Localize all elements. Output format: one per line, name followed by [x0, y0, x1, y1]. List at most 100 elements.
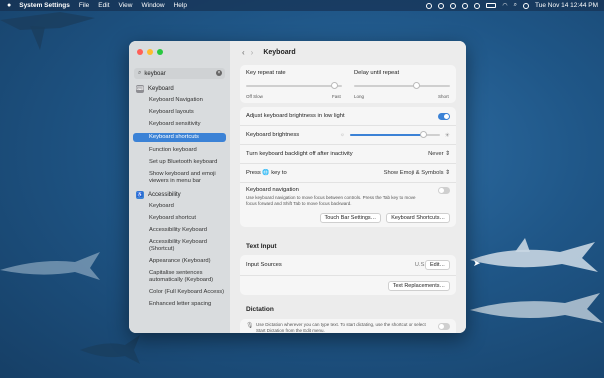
dictation-toggle[interactable] [438, 323, 450, 330]
menu-view[interactable]: View [119, 2, 133, 9]
sidebar-item-appearance-keyboard[interactable]: Appearance (Keyboard) [129, 258, 230, 265]
wifi-icon[interactable]: ◠ [502, 2, 507, 9]
back-button[interactable]: ‹ [242, 48, 245, 57]
keyboard-icon: ⌨ [136, 84, 144, 93]
menu-help[interactable]: Help [174, 2, 187, 9]
sidebar-group-accessibility[interactable]: ♿ Accessibility [129, 190, 230, 199]
sidebar-item-color-fka[interactable]: Color (Full Keyboard Access) [129, 289, 230, 296]
keyboard-buttons: Touch Bar Settings… Keyboard Shortcuts… [319, 213, 450, 223]
accessibility-icon: ♿ [136, 190, 144, 199]
sidebar-group-keyboard[interactable]: ⌨ Keyboard [129, 84, 230, 93]
menu-app-name[interactable]: System Settings [19, 2, 70, 9]
menu-window[interactable]: Window [141, 2, 164, 9]
sidebar-item-accessibility-keyboard-shortcut[interactable]: Accessibility Keyboard (Shortcut) [129, 239, 230, 253]
status-icon-3[interactable] [450, 2, 457, 9]
apple-menu-icon[interactable]: ● [7, 2, 11, 9]
search-menu-icon[interactable]: ⌕ [514, 2, 517, 9]
edit-input-sources-button[interactable]: Edit… [425, 260, 450, 270]
dictation-heading: Dictation [246, 306, 274, 313]
brightness-low-icon: ☼ [340, 132, 345, 138]
shark-right-2 [470, 293, 603, 323]
key-repeat-slider[interactable] [246, 85, 342, 87]
close-window-button[interactable] [137, 49, 143, 55]
sidebar-group-label: Keyboard [148, 85, 174, 92]
brightness-row: Keyboard brightness ☼ ☀ [240, 126, 456, 145]
clear-search-icon[interactable]: × [216, 70, 222, 76]
sidebar-item-bluetooth-keyboard[interactable]: Set up Bluetooth keyboard [129, 159, 230, 166]
keyboard-navigation-toggle[interactable] [438, 187, 450, 194]
keyboard-settings-group: Adjust keyboard brightness in low light … [240, 107, 456, 227]
sidebar-item-accessibility-keyboard[interactable]: Accessibility Keyboard [129, 227, 230, 234]
menu-edit[interactable]: Edit [98, 2, 109, 9]
forward-button[interactable]: › [251, 48, 254, 57]
page-title: Keyboard [263, 48, 296, 56]
status-icon-5[interactable] [474, 2, 481, 9]
backlight-select[interactable]: Never ⇕ [428, 151, 450, 157]
delay-right-label: Short [438, 94, 449, 99]
shark-right-1 [470, 238, 598, 272]
text-replacements-row: Text Replacements… [240, 276, 456, 295]
sidebar-group-label: Accessibility [148, 191, 181, 198]
sidebar-item-keyboard-shortcuts[interactable]: Keyboard shortcuts [133, 133, 226, 142]
text-input-group: Input Sources U.S. Edit… Text Replacemen… [240, 255, 456, 295]
text-replacements-button[interactable]: Text Replacements… [387, 280, 450, 291]
main-pane: ‹ › Keyboard Key repeat rate Delay until… [230, 41, 466, 333]
backlight-value: Never [428, 151, 444, 157]
input-sources-row: Input Sources U.S. Edit… [240, 255, 456, 276]
menu-file[interactable]: File [79, 2, 89, 9]
sidebar-item-keyboard-navigation[interactable]: Keyboard Navigation [129, 97, 230, 104]
press-key-select[interactable]: Show Emoji & Symbols ⇕ [384, 170, 450, 176]
press-key-value: Show Emoji & Symbols [383, 170, 444, 176]
sidebar: ⌕ keyboar × ⌨ Keyboard Keyboard Navigati… [129, 41, 231, 333]
adjust-brightness-toggle[interactable] [438, 112, 450, 120]
battery-icon[interactable] [486, 3, 497, 8]
status-icon-4[interactable] [462, 2, 469, 9]
search-field[interactable]: ⌕ keyboar × [134, 68, 225, 79]
sidebar-item-keyboard-sensitivity[interactable]: Keyboard sensitivity [129, 121, 230, 128]
press-key-label: Press 🌐 key to [246, 170, 287, 176]
search-icon: ⌕ [138, 70, 142, 76]
sidebar-item-letter-spacing[interactable]: Enhanced letter spacing [129, 301, 230, 308]
brightness-slider-fill [350, 134, 424, 136]
keyboard-navigation-label: Keyboard navigation [246, 187, 299, 193]
keyboard-shortcuts-button[interactable]: Keyboard Shortcuts… [386, 213, 450, 223]
keyboard-navigation-desc: Use keyboard navigation to move focus be… [246, 195, 416, 206]
sidebar-item-function-keyboard[interactable]: Function keyboard [129, 147, 230, 154]
key-repeat-right-label: Fast [332, 94, 341, 99]
sidebar-results: ⌨ Keyboard Keyboard Navigation Keyboard … [129, 84, 230, 313]
sidebar-item-keyboard-layouts[interactable]: Keyboard layouts [129, 109, 230, 116]
zoom-window-button[interactable] [157, 49, 163, 55]
shark-bottom-left [80, 335, 140, 364]
sidebar-item-emoji-viewers[interactable]: Show keyboard and emoji viewers in menu … [129, 171, 230, 185]
control-center-icon[interactable] [523, 2, 529, 9]
dictation-group: 🎙 Use Dictation wherever you can type te… [240, 319, 456, 333]
press-key-row: Press 🌐 key to Show Emoji & Symbols ⇕ [240, 164, 456, 183]
search-input[interactable]: keyboar [144, 71, 165, 77]
key-repeat-slider-knob[interactable] [330, 82, 338, 89]
sidebar-item-acc-keyboard-shortcut[interactable]: Keyboard shortcut [129, 215, 230, 222]
status-icon-1[interactable] [426, 2, 433, 9]
brightness-label: Keyboard brightness [246, 132, 300, 138]
backlight-label: Turn keyboard backlight off after inacti… [246, 151, 353, 157]
adjust-brightness-label: Adjust keyboard brightness in low light [246, 113, 345, 119]
delay-slider-knob[interactable] [412, 82, 420, 89]
sidebar-item-capitalise[interactable]: Capitalise sentences automatically (Keyb… [129, 270, 230, 284]
key-repeat-left-label: Off Slow [246, 94, 263, 99]
key-repeat-group: Key repeat rate Delay until repeat Off S… [240, 65, 456, 103]
delay-left-label: Long [354, 94, 365, 99]
touch-bar-settings-button[interactable]: Touch Bar Settings… [319, 213, 382, 223]
menubar-clock[interactable]: Tue Nov 14 12:44 PM [535, 2, 598, 9]
keyboard-navigation-row: Keyboard navigation Use keyboard navigat… [240, 183, 456, 227]
brightness-high-icon: ☀ [444, 132, 450, 139]
input-sources-label: Input Sources [246, 262, 282, 268]
mouse-cursor: ➤ [473, 258, 481, 268]
adjust-brightness-row: Adjust keyboard brightness in low light [240, 107, 456, 126]
minimize-window-button[interactable] [147, 49, 153, 55]
delay-slider[interactable] [354, 85, 450, 87]
toolbar: ‹ › Keyboard [230, 41, 466, 63]
text-input-heading: Text Input [246, 243, 277, 250]
sidebar-item-acc-keyboard[interactable]: Keyboard [129, 203, 230, 210]
status-icon-2[interactable] [438, 2, 445, 9]
brightness-slider-knob[interactable] [420, 131, 428, 138]
settings-window: ⌕ keyboar × ⌨ Keyboard Keyboard Navigati… [129, 41, 466, 333]
